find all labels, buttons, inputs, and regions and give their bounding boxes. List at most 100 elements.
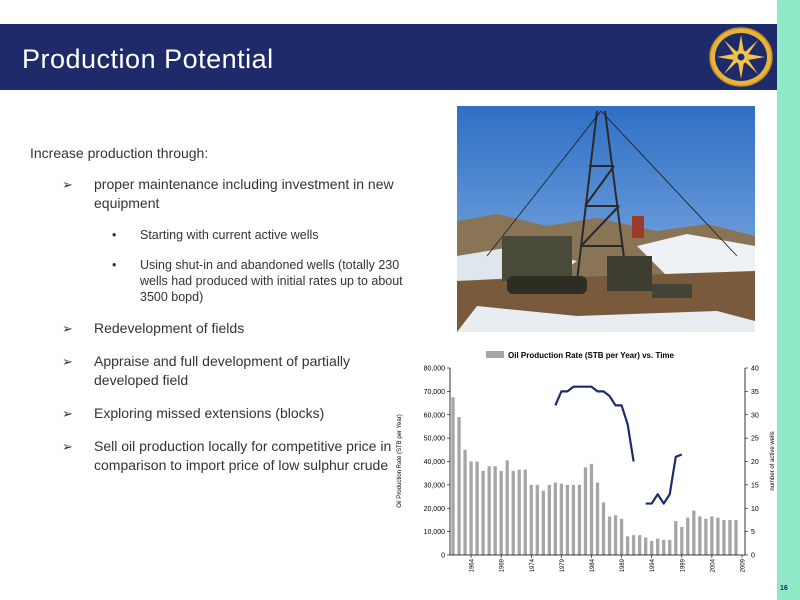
x-tick-label: 1984 (590, 558, 596, 572)
y2-tick-label: 20 (751, 459, 759, 466)
arrow-bullet-icon: ➢ (62, 439, 73, 454)
production-bar (553, 482, 558, 555)
bullet-text: Appraise and full development of partial… (94, 353, 351, 388)
production-bar (674, 521, 678, 555)
production-bar (463, 449, 467, 555)
y-tick-label: 30,000 (424, 482, 446, 489)
active-wells-line (645, 453, 683, 505)
y2-tick-label: 0 (751, 553, 755, 560)
bullet-item: ➢ Redevelopment of fields (30, 319, 410, 338)
y2-tick-label: 35 (751, 389, 759, 396)
production-bar (505, 460, 509, 555)
sub-bullet-item: • Using shut-in and abandoned wells (tot… (30, 257, 410, 305)
production-bar (529, 484, 533, 555)
arrow-bullet-icon: ➢ (62, 354, 73, 369)
y2-tick-label: 15 (751, 482, 759, 489)
production-bar (704, 518, 708, 555)
production-bar (680, 526, 684, 555)
chart-legend-label: Oil Production Rate (STB per Year) vs. T… (508, 351, 675, 360)
production-bar (517, 469, 521, 555)
production-bar (686, 517, 690, 555)
bullet-item: ➢ proper maintenance including investmen… (30, 175, 410, 213)
y-tick-label: 50,000 (424, 436, 446, 443)
production-bar (734, 519, 738, 555)
x-tick-label: 2009 (740, 558, 746, 572)
arrow-bullet-icon: ➢ (62, 321, 73, 336)
bullet-text: Exploring missed extensions (blocks) (94, 405, 325, 421)
bullet-content: Increase production through: ➢ proper ma… (30, 145, 410, 489)
dot-bullet-icon: • (112, 228, 117, 242)
x-tick-label: 1994 (650, 558, 656, 572)
y-tick-label: 0 (441, 553, 445, 560)
production-bar (662, 539, 666, 555)
x-tick-label: 1969 (500, 558, 506, 572)
dot-bullet-icon: • (112, 258, 117, 272)
production-bar (710, 516, 714, 555)
production-bar (601, 502, 606, 555)
production-bar (607, 516, 612, 555)
y2-tick-label: 5 (751, 529, 755, 536)
y2-tick-label: 40 (751, 366, 759, 373)
production-bar (565, 484, 570, 555)
y-axis-label: Oil Production Rate (STB per Year) (397, 414, 403, 507)
y-axis: 0 10,000 20,000 30,000 40,000 50,000 60,000 70,… (424, 366, 450, 560)
production-bar (583, 467, 588, 555)
sun-emblem-icon (709, 27, 773, 87)
sidebar-accent (777, 0, 800, 600)
x-tick-label: 1989 (620, 558, 626, 572)
production-bar (487, 466, 491, 555)
y2-tick-label: 10 (751, 506, 759, 513)
bar-series (451, 397, 738, 555)
arrow-bullet-icon: ➢ (62, 177, 73, 192)
y2-axis-label: number of active wells (770, 431, 776, 490)
y2-tick-label: 25 (751, 436, 759, 443)
production-bar (728, 519, 732, 555)
bullet-text: Redevelopment of fields (94, 320, 245, 336)
x-tick-label: 2004 (710, 558, 716, 572)
production-bar (668, 539, 672, 555)
intro-text: Increase production through: (30, 145, 209, 161)
bullet-item: ➢ Appraise and full development of parti… (30, 352, 410, 390)
production-bar (493, 466, 497, 555)
production-chart: Oil Production Rate (STB per Year) vs. T… (397, 351, 776, 572)
y-tick-label: 80,000 (424, 366, 446, 373)
x-tick-label: 1979 (560, 558, 566, 572)
active-wells-line (554, 385, 635, 462)
production-bar (625, 536, 630, 555)
y-tick-label: 20,000 (424, 506, 446, 513)
production-bar (547, 484, 551, 555)
production-bar (499, 470, 503, 555)
y-tick-label: 70,000 (424, 389, 446, 396)
bullet-text: Sell oil production locally for competit… (94, 438, 392, 473)
production-bar (656, 538, 660, 555)
production-bar (644, 537, 648, 555)
y2-axis: 0 5 10 15 20 25 30 35 40 (745, 366, 759, 560)
production-bar (541, 490, 545, 555)
production-bar (589, 463, 594, 555)
bullet-item: ➢ Exploring missed extensions (blocks) (30, 404, 410, 423)
production-bar (571, 484, 576, 555)
sub-bullet-text: Using shut-in and abandoned wells (total… (140, 258, 403, 304)
y-tick-label: 40,000 (424, 459, 446, 466)
production-bar (451, 397, 455, 555)
production-bar (523, 469, 527, 555)
production-bar (469, 461, 473, 555)
production-bar (631, 535, 636, 555)
production-bar (475, 461, 479, 555)
x-tick-label: 1964 (470, 558, 476, 572)
production-bar (559, 483, 564, 555)
production-bar (613, 515, 618, 555)
production-bar (619, 518, 624, 555)
sub-bullet-text: Starting with current active wells (140, 228, 319, 242)
x-tick-label: 1999 (680, 558, 686, 572)
bullet-item: ➢ Sell oil production locally for compet… (30, 437, 410, 475)
page-number: 16 (780, 585, 788, 592)
production-bar (535, 484, 539, 555)
x-axis: 1964 1969 1974 1979 1984 1989 1994 1999 2004 2009 (470, 555, 746, 572)
chart-legend-swatch (486, 351, 504, 358)
x-tick-label: 1974 (530, 558, 536, 572)
production-bar (698, 516, 702, 555)
oil-drilling-rig-photo (457, 106, 755, 332)
y-tick-label: 60,000 (424, 412, 446, 419)
production-bar (481, 470, 485, 555)
